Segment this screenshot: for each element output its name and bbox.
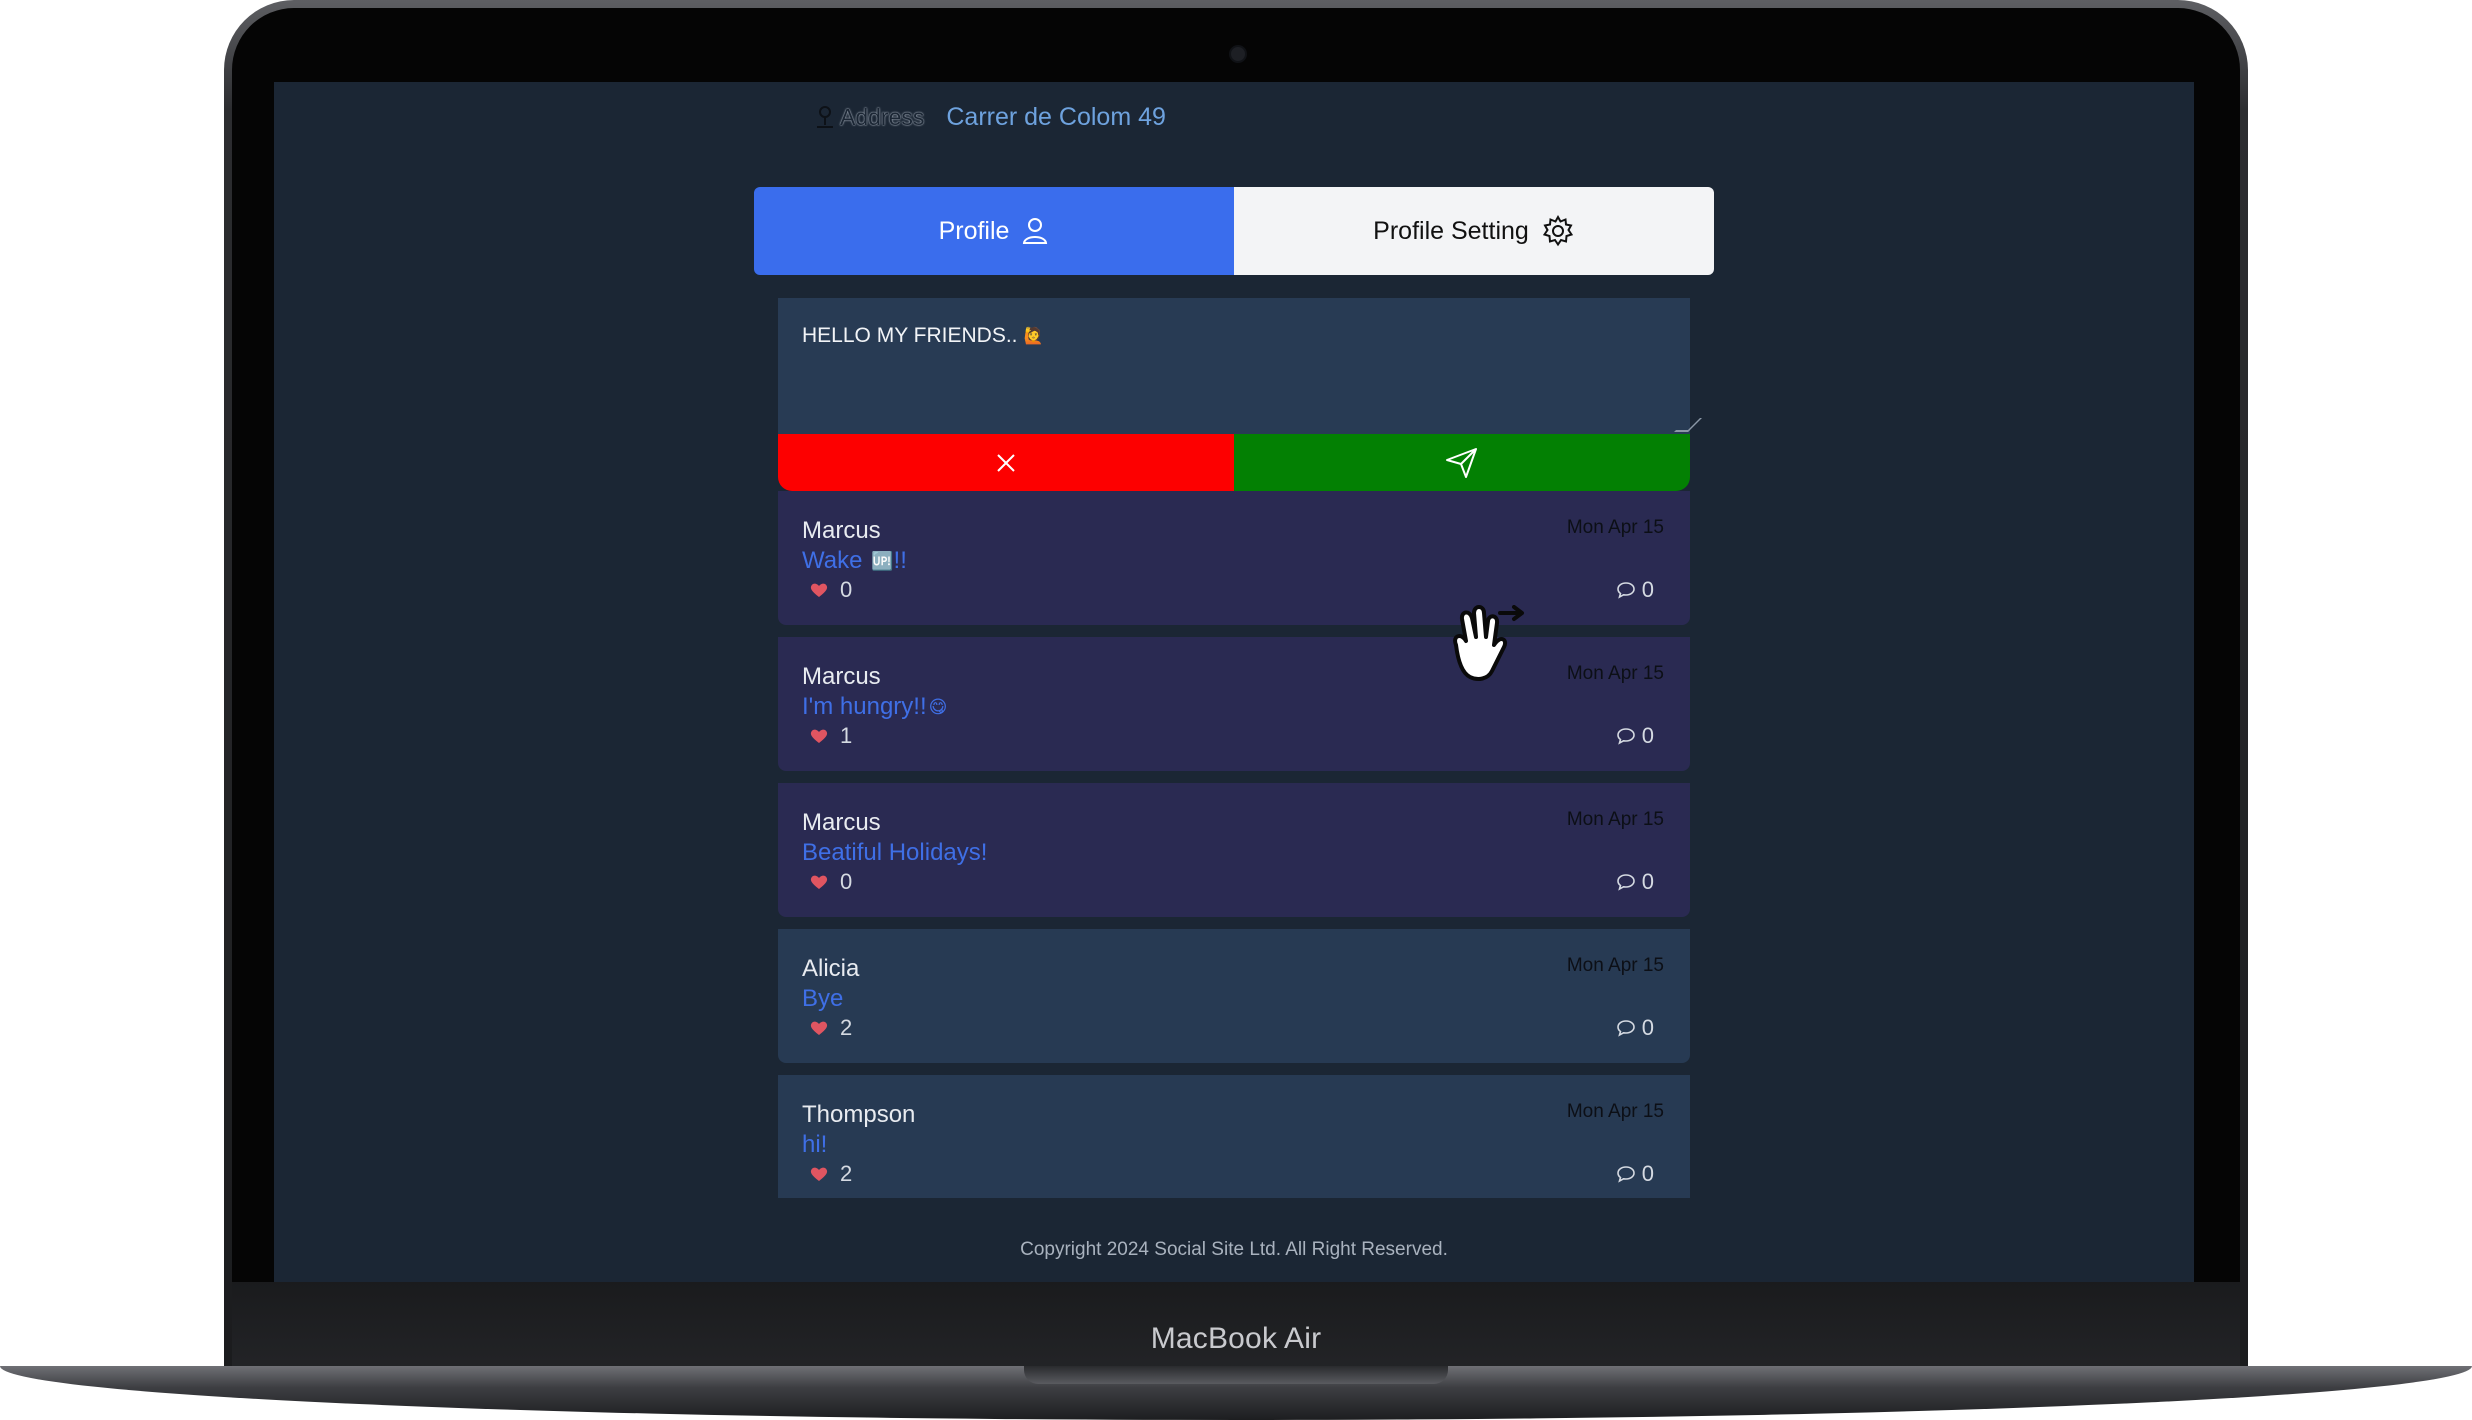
tab-setting-label: Profile Setting bbox=[1373, 216, 1529, 245]
post-date: Mon Apr 15 bbox=[1566, 1101, 1664, 1122]
like-button[interactable]: 0 bbox=[810, 869, 852, 895]
like-button[interactable]: 0 bbox=[810, 577, 852, 603]
post-text-main: Wake bbox=[802, 547, 870, 574]
post-author[interactable]: Thompson bbox=[802, 1101, 915, 1129]
post-text-main: I'm hungry!! bbox=[802, 693, 927, 720]
tab-profile[interactable]: Profile bbox=[754, 187, 1234, 275]
send-icon bbox=[1446, 447, 1477, 478]
like-button[interactable]: 2 bbox=[810, 1015, 852, 1041]
address-label-group: Address bbox=[814, 104, 924, 131]
heart-icon bbox=[810, 729, 828, 743]
post-text: Bye bbox=[802, 985, 845, 1013]
resize-handle[interactable] bbox=[1674, 418, 1702, 432]
post-composer[interactable]: HELLO MY FRIENDS.. 🙋 bbox=[778, 298, 1702, 434]
like-count: 1 bbox=[840, 723, 853, 748]
like-button[interactable]: 1 bbox=[810, 723, 852, 749]
like-count: 2 bbox=[840, 1015, 853, 1040]
comment-icon bbox=[1616, 582, 1635, 599]
comment-button[interactable]: 0 bbox=[1616, 577, 1654, 603]
address-label: Address bbox=[840, 103, 925, 130]
swipe-gesture-icon bbox=[1453, 605, 1524, 681]
address-bar: Address Carrer de Colom 49 bbox=[814, 97, 1166, 137]
comment-count: 0 bbox=[1641, 1161, 1654, 1186]
post-date: Mon Apr 15 bbox=[1566, 663, 1664, 684]
composer-text: HELLO MY FRIENDS.. bbox=[802, 324, 1018, 347]
post-emoji: 😋 bbox=[928, 697, 948, 718]
post-author[interactable]: Marcus bbox=[802, 517, 881, 545]
post-text: Beatiful Holidays! bbox=[802, 839, 989, 867]
post-text-main: hi! bbox=[802, 1131, 828, 1158]
post-date: Mon Apr 15 bbox=[1566, 955, 1664, 976]
post-feed: Marcus Wake 🆙!! Mon Apr 15 0 0 Marcus I'… bbox=[778, 491, 1690, 1198]
post-text-main: Beatiful Holidays! bbox=[802, 839, 988, 866]
composer-emoji: 🙋 bbox=[1023, 328, 1044, 346]
comment-icon bbox=[1616, 1020, 1635, 1037]
post-card[interactable]: Marcus Wake 🆙!! Mon Apr 15 0 0 bbox=[778, 491, 1690, 625]
post-author[interactable]: Marcus bbox=[802, 809, 881, 837]
post-text: Wake 🆙!! bbox=[802, 547, 907, 575]
close-icon bbox=[997, 453, 1015, 472]
composer-actions bbox=[778, 434, 1690, 491]
heart-icon bbox=[810, 1167, 828, 1181]
app-screen: Address Carrer de Colom 49 Profile Profi… bbox=[274, 82, 2194, 1282]
address-value[interactable]: Carrer de Colom 49 bbox=[946, 103, 1166, 132]
comment-icon bbox=[1616, 1166, 1635, 1183]
comment-count: 0 bbox=[1641, 869, 1654, 894]
comment-button[interactable]: 0 bbox=[1616, 869, 1654, 895]
comment-count: 0 bbox=[1641, 1015, 1654, 1040]
comment-button[interactable]: 0 bbox=[1616, 1161, 1654, 1187]
comment-count: 0 bbox=[1641, 577, 1654, 602]
heart-icon bbox=[810, 1021, 828, 1035]
post-text: hi! bbox=[802, 1131, 829, 1159]
post-text-after: !! bbox=[893, 547, 907, 574]
post-card[interactable]: Marcus Beatiful Holidays! Mon Apr 15 0 0 bbox=[778, 783, 1690, 917]
comment-button[interactable]: 0 bbox=[1616, 723, 1654, 749]
map-pin-icon bbox=[817, 106, 833, 128]
post-date: Mon Apr 15 bbox=[1566, 809, 1664, 830]
like-count: 2 bbox=[840, 1161, 853, 1186]
device-brand-label: MacBook Air bbox=[1150, 1322, 1322, 1355]
tab-profile-label: Profile bbox=[938, 216, 1010, 245]
profile-tabs: Profile Profile Setting bbox=[754, 187, 1714, 275]
send-post-button[interactable] bbox=[1234, 434, 1690, 491]
post-text-main: Bye bbox=[802, 985, 844, 1012]
tab-profile-setting[interactable]: Profile Setting bbox=[1234, 187, 1714, 275]
comment-button[interactable]: 0 bbox=[1616, 1015, 1654, 1041]
gear-icon bbox=[1542, 214, 1573, 247]
camera-icon bbox=[1229, 45, 1247, 63]
like-button[interactable]: 2 bbox=[810, 1161, 852, 1187]
post-text: I'm hungry!! 😋 bbox=[802, 693, 947, 721]
cancel-post-button[interactable] bbox=[778, 434, 1234, 491]
post-emoji: 🆙 bbox=[871, 551, 894, 572]
footer-copyright: Copyright 2024 Social Site Ltd. All Righ… bbox=[1020, 1239, 1448, 1260]
heart-icon bbox=[810, 583, 828, 597]
post-author[interactable]: Alicia bbox=[802, 955, 859, 983]
user-icon bbox=[1023, 218, 1048, 244]
comment-icon bbox=[1616, 874, 1635, 891]
heart-icon bbox=[810, 875, 828, 889]
post-date: Mon Apr 15 bbox=[1566, 517, 1664, 538]
post-card[interactable]: Marcus I'm hungry!! 😋 Mon Apr 15 1 0 bbox=[778, 637, 1690, 771]
post-card[interactable]: Alicia Bye Mon Apr 15 2 0 bbox=[778, 929, 1690, 1063]
post-author[interactable]: Marcus bbox=[802, 663, 881, 691]
like-count: 0 bbox=[840, 869, 853, 894]
comment-count: 0 bbox=[1641, 723, 1654, 748]
comment-icon bbox=[1616, 728, 1635, 745]
post-card[interactable]: Thompson hi! Mon Apr 15 2 0 bbox=[778, 1075, 1690, 1198]
like-count: 0 bbox=[840, 577, 853, 602]
laptop-notch bbox=[1024, 1366, 1448, 1384]
